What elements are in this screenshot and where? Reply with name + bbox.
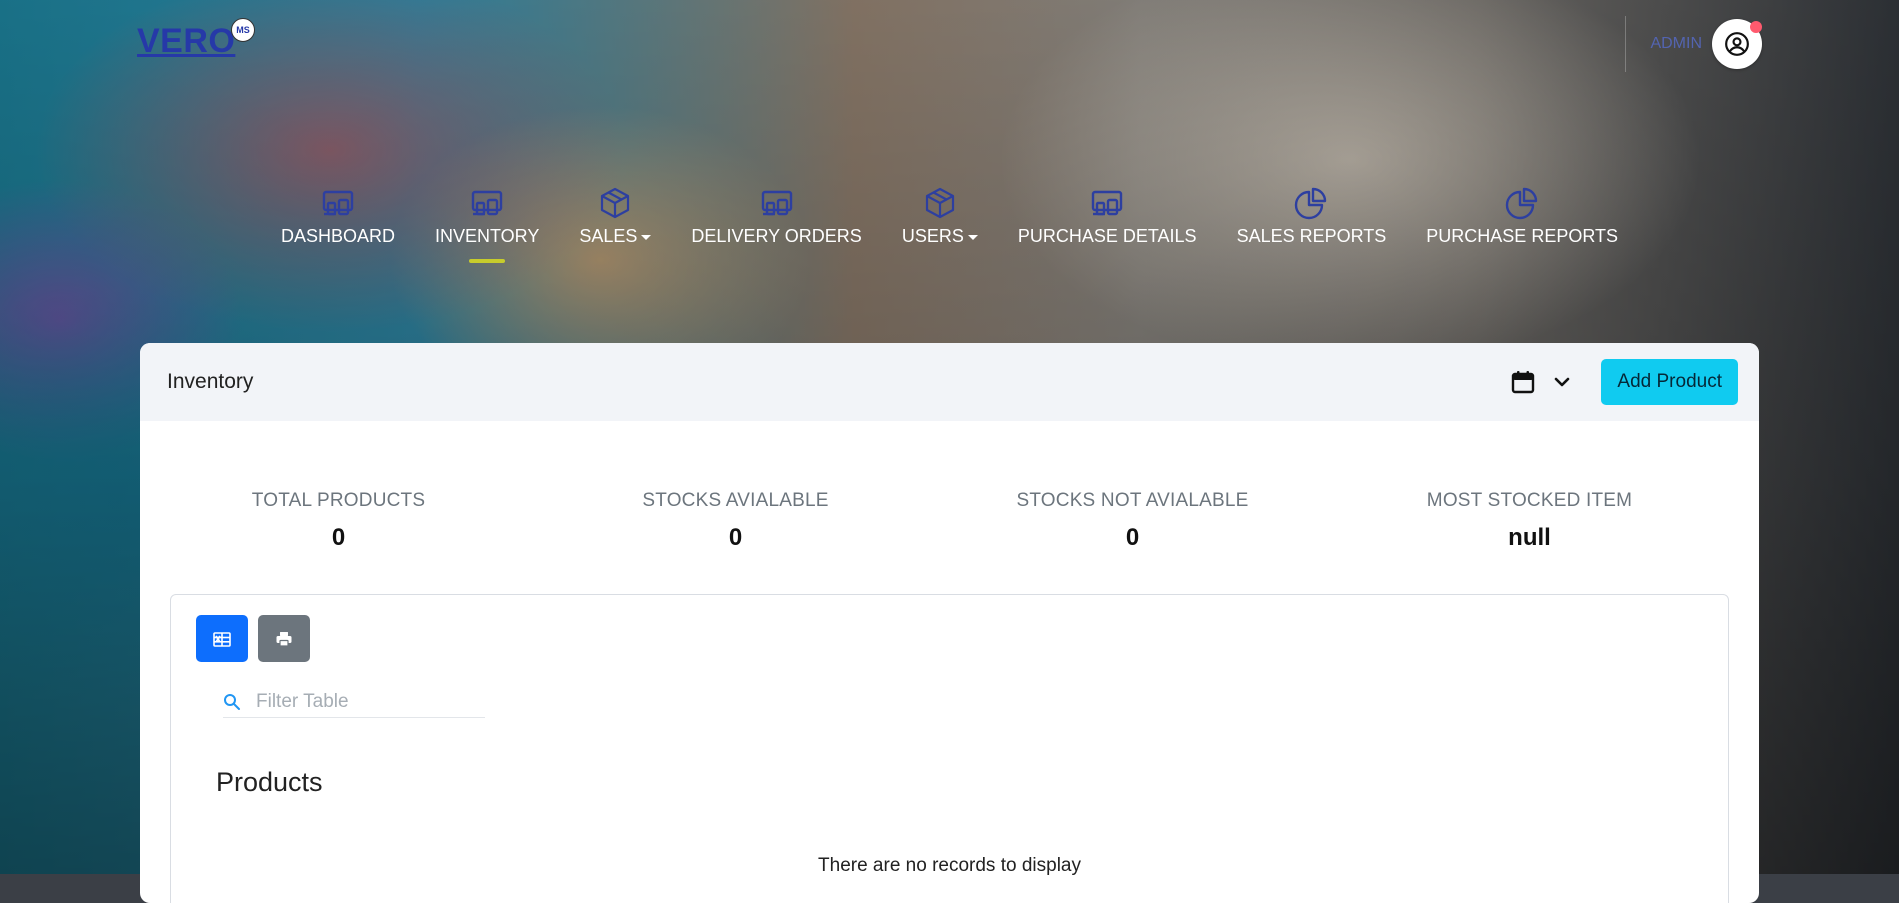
user-circle-icon [1725, 32, 1749, 56]
page-title: Inventory [167, 370, 254, 393]
stat-stocks-not-available: STOCKS NOT AVIALABLE 0 [934, 490, 1331, 552]
printer-icon [276, 631, 292, 647]
nav-item-delivery-orders[interactable]: DELIVERY ORDERS [671, 185, 881, 247]
nav-item-purchase-reports[interactable]: PURCHASE REPORTS [1406, 185, 1638, 247]
devices-icon [759, 185, 795, 221]
excel-icon [213, 631, 231, 647]
date-filter-dropdown[interactable] [1511, 370, 1571, 394]
stat-stocks-available: STOCKS AVIALABLE 0 [537, 490, 934, 552]
header-divider [1625, 16, 1627, 72]
nav-label: DELIVERY ORDERS [691, 226, 862, 246]
print-button[interactable] [258, 615, 310, 662]
caret-down-icon [967, 234, 978, 240]
box-icon [597, 185, 633, 221]
stat-label: STOCKS NOT AVIALABLE [1016, 490, 1249, 511]
filter-table-field [223, 687, 485, 718]
nav-item-sales-reports[interactable]: SALES REPORTS [1217, 185, 1407, 247]
nav-item-sales[interactable]: SALES [559, 185, 671, 247]
nav-label: PURCHASE REPORTS [1426, 226, 1619, 246]
nav-label-text: USERS [901, 226, 964, 246]
stat-total-products: TOTAL PRODUCTS 0 [140, 490, 537, 552]
notification-dot [1750, 21, 1762, 33]
chevron-down-icon [1555, 377, 1570, 387]
main-nav: DASHBOARD INVENTORY SALES DELIVERY ORDER… [0, 185, 1899, 263]
header-actions: Add Product [1511, 359, 1738, 405]
nav-item-users[interactable]: USERS [882, 185, 998, 247]
nav-label: SALES REPORTS [1236, 226, 1387, 246]
stat-value: null [1508, 524, 1551, 551]
active-indicator [469, 259, 506, 263]
products-table-panel: Products There are no records to display [170, 594, 1729, 903]
nav-item-inventory[interactable]: INVENTORY [415, 185, 559, 263]
brand-logo[interactable]: VERO MS [137, 18, 255, 61]
stat-most-stocked-item: MOST STOCKED ITEM null [1331, 490, 1728, 552]
inventory-card: Inventory Add Product TOTAL PRODUCTS 0 S… [140, 343, 1759, 903]
devices-icon [1089, 185, 1125, 221]
brand-badge: MS [231, 18, 255, 42]
caret-down-icon [641, 234, 652, 240]
nav-label: PURCHASE DETAILS [1017, 226, 1197, 246]
card-header: Inventory Add Product [140, 343, 1759, 421]
table-title: Products [216, 767, 323, 797]
filter-table-input[interactable] [254, 690, 478, 714]
box-icon [922, 185, 958, 221]
export-excel-button[interactable] [196, 615, 248, 662]
pie-chart-icon [1504, 185, 1540, 221]
user-role-label: ADMIN [1650, 35, 1702, 52]
calendar-icon [1512, 371, 1535, 394]
stats-row: TOTAL PRODUCTS 0 STOCKS AVIALABLE 0 STOC… [140, 490, 1759, 552]
stat-value: 0 [1125, 524, 1140, 551]
nav-label: SALES [579, 226, 652, 247]
devices-icon [320, 185, 356, 221]
brand-name[interactable]: VERO [137, 22, 235, 60]
user-menu[interactable]: ADMIN [1625, 14, 1762, 74]
nav-label: INVENTORY [435, 226, 540, 246]
stat-label: MOST STOCKED ITEM [1426, 490, 1633, 511]
nav-label: USERS [902, 226, 978, 247]
stat-label: STOCKS AVIALABLE [642, 490, 829, 511]
stat-value: 0 [331, 524, 346, 551]
nav-item-purchase-details[interactable]: PURCHASE DETAILS [998, 185, 1217, 247]
stat-value: 0 [728, 524, 743, 551]
table-toolbar [196, 615, 310, 662]
nav-label: DASHBOARD [280, 226, 395, 246]
search-icon [224, 694, 240, 710]
stat-label: TOTAL PRODUCTS [251, 490, 426, 511]
nav-item-dashboard[interactable]: DASHBOARD [261, 185, 415, 247]
pie-chart-icon [1293, 185, 1329, 221]
nav-label-text: SALES [579, 226, 638, 246]
add-product-button[interactable]: Add Product [1601, 359, 1738, 405]
avatar[interactable] [1712, 19, 1762, 69]
devices-icon [469, 185, 505, 221]
